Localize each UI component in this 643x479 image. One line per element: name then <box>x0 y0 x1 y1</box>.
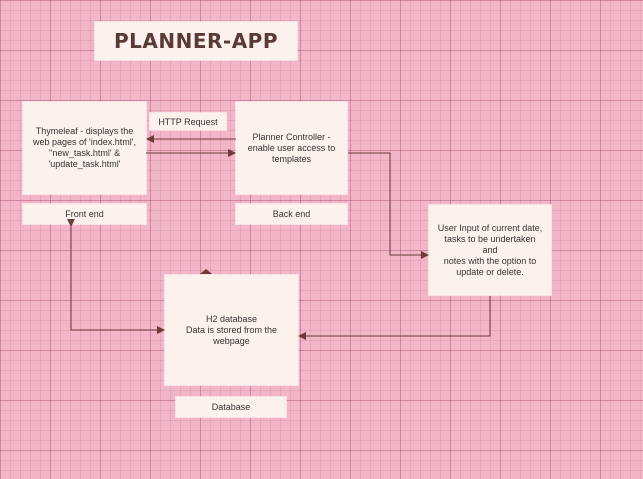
connector-user-to-database <box>298 296 491 340</box>
connectors <box>67 135 491 340</box>
connector-back-to-user <box>348 152 429 259</box>
connector-front-database <box>67 219 165 334</box>
database-top-arrowhead <box>200 269 212 274</box>
